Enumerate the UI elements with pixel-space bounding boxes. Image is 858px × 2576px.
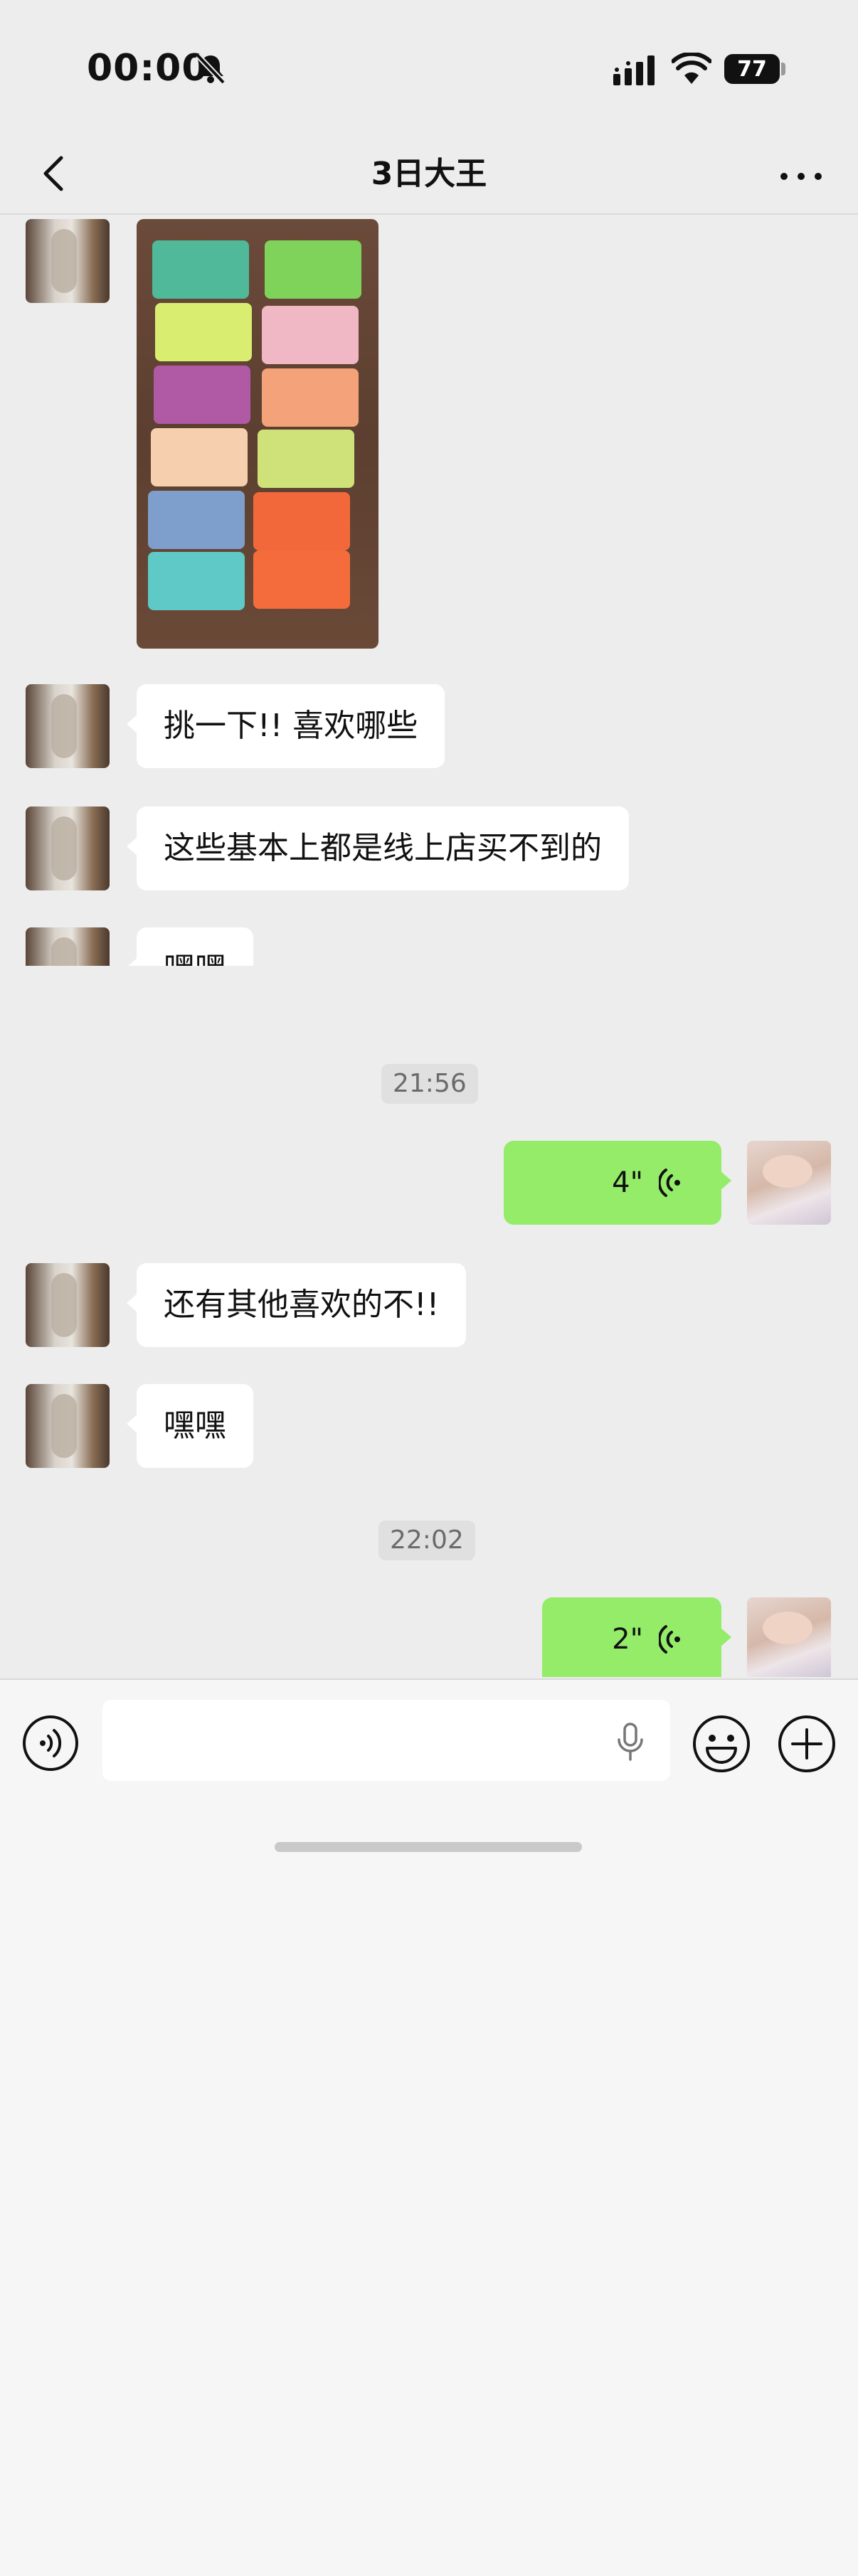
cellular-signal-icon: [613, 55, 655, 85]
message-list[interactable]: 挑一下!! 喜欢哪些 这些基本上都是线上店买不到的 嘿嘿: [0, 215, 858, 966]
voice-input-toggle-button[interactable]: [21, 1714, 80, 1772]
photo-message[interactable]: [137, 219, 378, 649]
contact-avatar[interactable]: [26, 1263, 110, 1347]
contact-avatar[interactable]: [26, 219, 110, 303]
home-indicator[interactable]: [275, 1842, 582, 1852]
text-message[interactable]: 嘿嘿: [127, 1384, 253, 1468]
contact-avatar[interactable]: [26, 684, 110, 768]
text-message[interactable]: 还有其他喜欢的不!!: [126, 1263, 467, 1347]
voice-message[interactable]: 2": [542, 1597, 731, 1677]
bell-muted-icon: [196, 53, 226, 85]
more-functions-button[interactable]: [777, 1714, 837, 1774]
timestamp-label: 22:02: [378, 1521, 475, 1560]
message-input[interactable]: [102, 1700, 670, 1781]
more-options-button[interactable]: [773, 145, 830, 202]
wifi-icon: [672, 53, 711, 84]
timestamp-label: 21:56: [381, 1064, 478, 1104]
voice-wave-icon: [659, 1625, 680, 1654]
contact-avatar[interactable]: [26, 807, 110, 890]
contact-avatar[interactable]: [26, 1384, 110, 1468]
voice-message[interactable]: 4": [504, 1141, 731, 1225]
battery-indicator: 77: [724, 54, 780, 84]
my-avatar[interactable]: [747, 1141, 831, 1225]
text-message[interactable]: 挑一下!! 喜欢哪些: [126, 684, 445, 768]
voice-wave-icon: [659, 1169, 680, 1197]
text-message[interactable]: 这些基本上都是线上店买不到的: [127, 807, 629, 890]
status-time: 00:00: [87, 47, 208, 90]
chat-header: 3日大王: [0, 135, 858, 215]
input-bar: [0, 1678, 858, 2576]
battery-cap: [781, 63, 785, 75]
chat-title: 3日大王: [371, 156, 487, 192]
text-message[interactable]: 嘿嘿: [127, 927, 253, 966]
emoji-button[interactable]: [692, 1714, 751, 1774]
status-bar: 00:00 77: [0, 0, 858, 135]
contact-avatar[interactable]: [26, 927, 110, 966]
my-avatar[interactable]: [747, 1597, 831, 1677]
microphone-icon[interactable]: [615, 1723, 646, 1762]
